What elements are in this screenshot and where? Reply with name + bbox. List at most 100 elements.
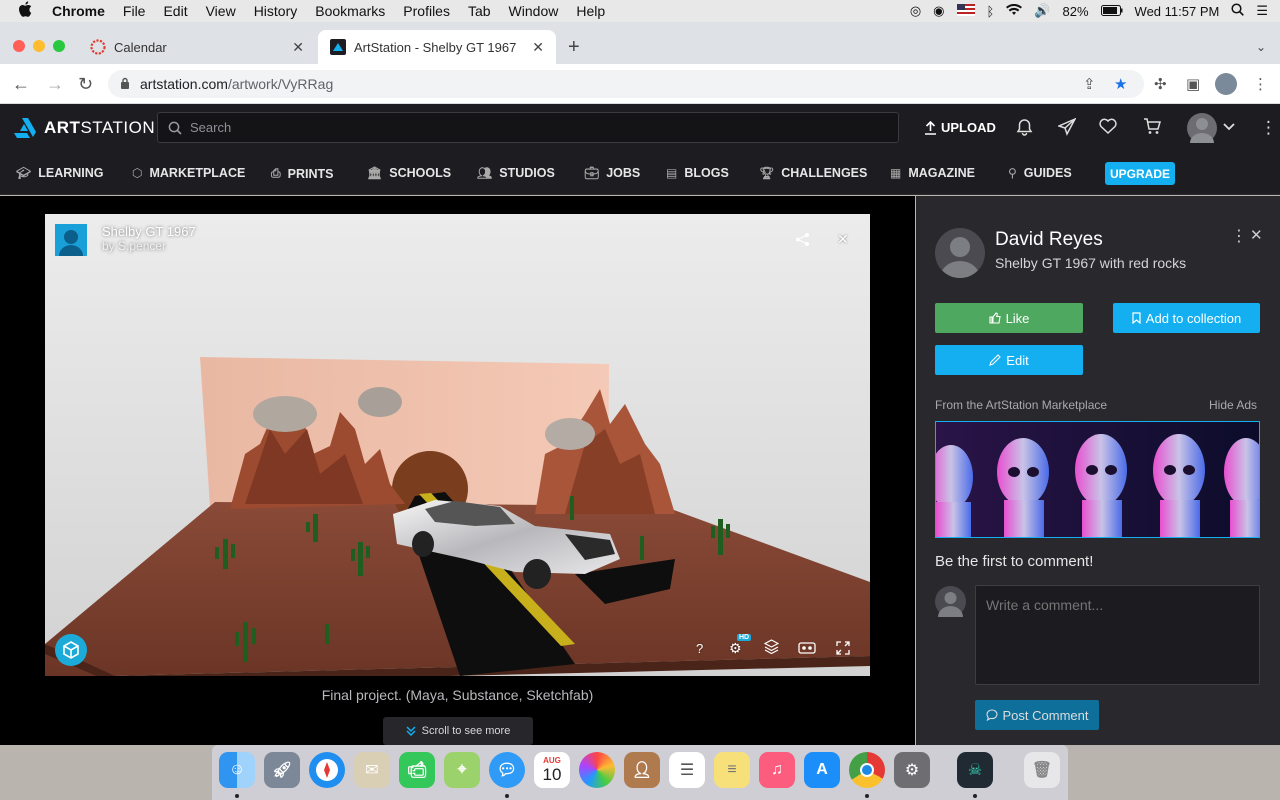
menu-history[interactable]: History bbox=[254, 3, 298, 19]
nav-marketplace[interactable]: ⬡ MARKETPLACE bbox=[132, 166, 245, 180]
menu-view[interactable]: View bbox=[206, 3, 236, 19]
side-panel-icon[interactable]: ▣ bbox=[1186, 75, 1200, 93]
search-input[interactable]: Search bbox=[157, 112, 899, 143]
menu-profiles[interactable]: Profiles bbox=[403, 3, 450, 19]
close-window-button[interactable] bbox=[13, 40, 25, 52]
photos-icon[interactable] bbox=[579, 752, 615, 788]
bookmark-star-icon[interactable]: ★ bbox=[1114, 75, 1127, 93]
system-preferences-icon[interactable]: ⚙ bbox=[894, 752, 930, 788]
upload-button[interactable]: UPLOAD bbox=[924, 120, 996, 135]
help-icon[interactable]: ? bbox=[696, 641, 703, 656]
lock-icon[interactable] bbox=[120, 77, 130, 92]
menu-tab[interactable]: Tab bbox=[468, 3, 491, 19]
nav-jobs[interactable]: 💼︎ JOBS bbox=[584, 166, 640, 180]
nav-learning[interactable]: 🎓︎ LEARNING bbox=[16, 166, 104, 180]
post-comment-button[interactable]: Post Comment bbox=[975, 700, 1099, 730]
vr-headset-icon[interactable] bbox=[798, 641, 816, 657]
layers-icon[interactable] bbox=[763, 639, 780, 657]
maps-icon[interactable]: ⌖ bbox=[444, 752, 480, 788]
reminders-icon[interactable]: ☰ bbox=[669, 752, 705, 788]
address-bar[interactable]: artstation.com /artwork/VyRRag bbox=[108, 70, 1144, 98]
share-icon[interactable]: ⇪ bbox=[1083, 75, 1096, 93]
notes-icon[interactable]: ≡ bbox=[714, 752, 750, 788]
new-tab-icon[interactable]: + bbox=[568, 36, 580, 59]
nav-magazine[interactable]: ▦ MAGAZINE bbox=[890, 166, 975, 180]
menu-app-name[interactable]: Chrome bbox=[52, 3, 105, 19]
control-center-icon[interactable]: ☰ bbox=[1256, 3, 1268, 19]
like-button[interactable]: Like bbox=[935, 303, 1083, 333]
calendar-app-icon[interactable]: AUG 10 bbox=[534, 752, 570, 788]
zoom-window-button[interactable] bbox=[53, 40, 65, 52]
clock[interactable]: Wed 11:57 PM bbox=[1135, 4, 1220, 19]
close-icon[interactable]: ✕ bbox=[1250, 226, 1263, 244]
spotlight-search-icon[interactable] bbox=[1231, 3, 1245, 19]
menu-edit[interactable]: Edit bbox=[163, 3, 187, 19]
close-tab-icon[interactable]: ✕ bbox=[532, 39, 544, 56]
bluetooth-icon[interactable]: ᛒ bbox=[987, 4, 995, 19]
trash-icon[interactable]: 🗑︎ bbox=[1024, 752, 1060, 788]
upgrade-button[interactable]: UPGRADE bbox=[1105, 162, 1175, 185]
battery-icon[interactable] bbox=[1100, 4, 1123, 19]
minimize-window-button[interactable] bbox=[33, 40, 45, 52]
scroll-to-see-more-button[interactable]: Scroll to see more bbox=[383, 717, 533, 745]
tab-calendar[interactable]: Calendar ✕ bbox=[80, 30, 316, 64]
sketchfab-logo-icon[interactable] bbox=[55, 634, 87, 666]
tab-artstation[interactable]: ArtStation - Shelby GT 1967 ✕ bbox=[318, 30, 556, 64]
model-author[interactable]: by S.pencer bbox=[102, 239, 196, 253]
extensions-icon[interactable]: ✣ bbox=[1154, 75, 1167, 93]
menu-file[interactable]: File bbox=[123, 3, 146, 19]
notifications-bell-icon[interactable] bbox=[1016, 118, 1033, 141]
profile-avatar[interactable] bbox=[1215, 73, 1237, 95]
add-to-collection-button[interactable]: Add to collection bbox=[1113, 303, 1260, 333]
close-viewer-icon[interactable]: ✕ bbox=[837, 231, 849, 248]
edit-button[interactable]: Edit bbox=[935, 345, 1083, 375]
comment-textarea[interactable] bbox=[975, 585, 1260, 685]
close-tab-icon[interactable]: ✕ bbox=[292, 39, 304, 56]
more-vertical-icon[interactable]: ⋮ bbox=[1260, 118, 1277, 138]
cart-icon[interactable] bbox=[1143, 118, 1161, 140]
flag-icon[interactable] bbox=[956, 3, 975, 19]
3d-scene-render[interactable] bbox=[45, 214, 870, 676]
share-icon[interactable] bbox=[795, 232, 810, 250]
music-icon[interactable]: ♫ bbox=[759, 752, 795, 788]
safari-icon[interactable] bbox=[309, 752, 345, 788]
author-avatar[interactable] bbox=[935, 228, 985, 278]
facetime-icon[interactable]: 📹︎ bbox=[399, 752, 435, 788]
launchpad-icon[interactable]: 🚀︎ bbox=[264, 752, 300, 788]
contacts-icon[interactable]: 👤︎ bbox=[624, 752, 660, 788]
nav-guides[interactable]: ⚲ GUIDES bbox=[1008, 166, 1072, 180]
finder-icon[interactable]: ☺ bbox=[219, 752, 255, 788]
settings-gear-icon[interactable]: ⚙ bbox=[729, 640, 742, 657]
mail-stamp-icon[interactable]: ✉ bbox=[354, 752, 390, 788]
fullscreen-icon[interactable] bbox=[836, 641, 850, 658]
nav-blogs[interactable]: ▤ BLOGS bbox=[666, 166, 729, 180]
chevron-down-icon[interactable]: ⌄ bbox=[1256, 40, 1266, 54]
marketplace-ad-banner[interactable] bbox=[935, 421, 1260, 538]
volume-icon[interactable]: 🔊 bbox=[1034, 3, 1050, 19]
hide-ads-link[interactable]: Hide Ads bbox=[1209, 398, 1257, 412]
reload-icon[interactable]: ↻ bbox=[78, 74, 93, 95]
artstation-logo[interactable]: ART STATION bbox=[14, 118, 155, 138]
back-icon[interactable]: ← bbox=[12, 74, 30, 95]
menu-help[interactable]: Help bbox=[576, 3, 605, 19]
sketchfab-3d-viewer[interactable]: Shelby GT 1967 by S.pencer ✕ ? ⚙ HD bbox=[45, 214, 870, 676]
messages-send-icon[interactable] bbox=[1056, 117, 1077, 141]
nav-prints[interactable]: ⎙ PRINTS bbox=[271, 166, 333, 181]
apple-icon[interactable] bbox=[18, 1, 36, 21]
account-chevron-down-icon[interactable] bbox=[1223, 119, 1235, 134]
nav-schools[interactable]: 🏛︎ SCHOOLS bbox=[367, 166, 451, 180]
author-name[interactable]: David Reyes bbox=[995, 229, 1103, 251]
model-title[interactable]: Shelby GT 1967 bbox=[102, 224, 196, 239]
forward-icon[interactable]: → bbox=[46, 74, 64, 95]
menu-bookmarks[interactable]: Bookmarks bbox=[315, 3, 385, 19]
creative-cloud-icon[interactable]: ◎ bbox=[910, 3, 921, 19]
wifi-icon[interactable] bbox=[1006, 3, 1023, 19]
nav-studios[interactable]: 👥︎ STUDIOS bbox=[477, 166, 555, 180]
messages-icon[interactable]: 💬︎ bbox=[489, 752, 525, 788]
more-options-icon[interactable]: ⋮ bbox=[1231, 226, 1247, 246]
more-vertical-icon[interactable]: ⋮ bbox=[1253, 75, 1268, 93]
model-thumbnail[interactable] bbox=[55, 224, 87, 256]
user-avatar[interactable] bbox=[1187, 113, 1217, 143]
chrome-icon[interactable] bbox=[849, 752, 885, 788]
nav-challenges[interactable]: 🏆︎ CHALLENGES bbox=[759, 166, 867, 180]
